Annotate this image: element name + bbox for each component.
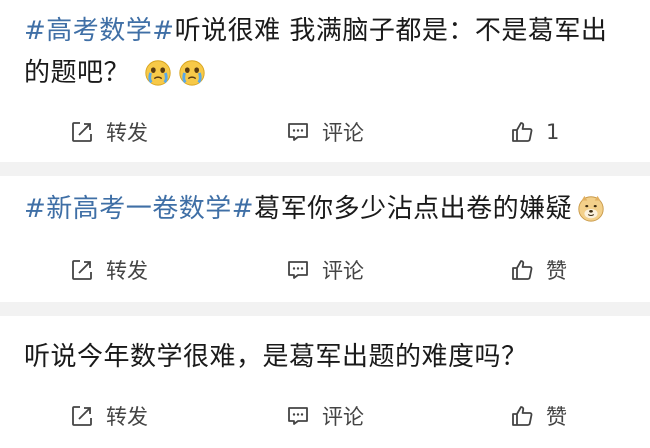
comment-label: 评论 bbox=[322, 405, 364, 429]
like-button[interactable]: 赞 bbox=[510, 396, 567, 436]
like-button[interactable]: 赞 bbox=[510, 250, 567, 290]
post-text: 听说今年数学很难，是葛军出题的难度吗？ bbox=[24, 336, 626, 378]
post-actions: 转发 评论 赞 bbox=[0, 396, 650, 436]
repost-button[interactable]: 转发 bbox=[70, 250, 148, 290]
post-divider bbox=[0, 302, 650, 316]
crying-face-icon bbox=[145, 60, 171, 86]
comment-label: 评论 bbox=[322, 259, 364, 283]
comment-button[interactable]: 评论 bbox=[286, 396, 364, 436]
post-text: #高考数学#听说很难 我满脑子都是：不是葛军出的题吧？ bbox=[24, 10, 626, 94]
comment-button[interactable]: 评论 bbox=[286, 250, 364, 290]
repost-icon bbox=[72, 406, 92, 426]
hashtag-link[interactable]: #高考数学# bbox=[24, 16, 175, 46]
like-label: 赞 bbox=[546, 405, 567, 429]
post-body: 听说今年数学很难，是葛军出题的难度吗？ bbox=[24, 342, 528, 372]
post-card-2[interactable]: #新高考一卷数学#葛军你多少沾点出卷的嫌疑 转发 评论 赞 bbox=[0, 176, 650, 302]
comment-label: 评论 bbox=[322, 121, 364, 145]
crying-face-icon bbox=[179, 60, 205, 86]
repost-button[interactable]: 转发 bbox=[70, 396, 148, 436]
thumbs-up-icon bbox=[512, 122, 533, 142]
comment-icon bbox=[288, 407, 308, 425]
repost-button[interactable]: 转发 bbox=[70, 112, 148, 152]
thumbs-up-icon bbox=[512, 260, 533, 280]
post-card-3[interactable]: 听说今年数学很难，是葛军出题的难度吗？ 转发 评论 赞 bbox=[0, 316, 650, 448]
comment-icon bbox=[288, 123, 308, 141]
thumbs-up-icon bbox=[512, 406, 533, 426]
post-actions: 转发 评论 赞 bbox=[0, 250, 650, 290]
post-text: #新高考一卷数学#葛军你多少沾点出卷的嫌疑 bbox=[24, 188, 626, 230]
post-divider bbox=[0, 162, 650, 176]
like-count: 1 bbox=[546, 120, 560, 144]
comment-button[interactable]: 评论 bbox=[286, 112, 364, 152]
weibo-feed: #高考数学#听说很难 我满脑子都是：不是葛军出的题吧？ 转发 评论 1 #新高考… bbox=[0, 0, 650, 448]
post-actions: 转发 评论 1 bbox=[0, 112, 650, 152]
repost-icon bbox=[72, 122, 92, 142]
hashtag-link[interactable]: #新高考一卷数学# bbox=[24, 194, 254, 224]
like-button[interactable]: 1 bbox=[510, 112, 559, 152]
repost-label: 转发 bbox=[106, 259, 148, 283]
comment-icon bbox=[288, 261, 308, 279]
repost-label: 转发 bbox=[106, 121, 148, 145]
like-label: 赞 bbox=[546, 259, 567, 283]
post-body: 葛军你多少沾点出卷的嫌疑 bbox=[254, 194, 573, 224]
doge-icon bbox=[578, 195, 604, 222]
repost-label: 转发 bbox=[106, 405, 148, 429]
post-card-1[interactable]: #高考数学#听说很难 我满脑子都是：不是葛军出的题吧？ 转发 评论 1 bbox=[0, 0, 650, 162]
repost-icon bbox=[72, 260, 92, 280]
